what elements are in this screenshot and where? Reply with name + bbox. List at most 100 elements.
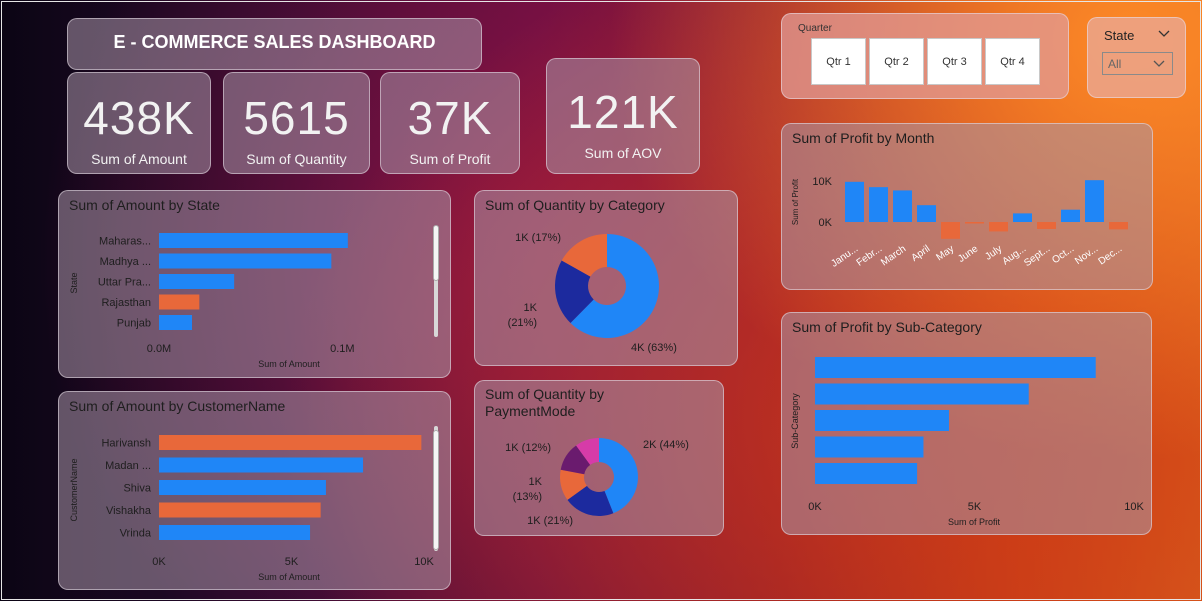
bar: [159, 480, 326, 495]
quarter-slicer: Quarter Qtr 1 Qtr 2 Qtr 3 Qtr 4: [781, 13, 1069, 99]
data-label: (21%): [508, 317, 537, 329]
bar: [815, 410, 949, 431]
bar: [1085, 180, 1104, 222]
dashboard-title-card: E - COMMERCE SALES DASHBOARD: [67, 18, 482, 70]
data-label: 1K: [524, 302, 538, 314]
bar: [1061, 209, 1080, 222]
y-axis-label: CustomerName: [69, 458, 79, 521]
quantity-by-paymentmode-card: Sum of Quantity by PaymentMode 2K (44%) 1…: [474, 380, 724, 536]
amount-by-state-chart: State Sum of Amount Maharas... Madhya ...…: [69, 233, 355, 369]
bar: [965, 222, 984, 224]
bar: [159, 457, 364, 473]
profit-by-subcategory-chart: Sub-Category Sum of Profit 0K 5K 10K: [790, 357, 1144, 527]
tick-label: 0K: [819, 217, 833, 229]
bar: [159, 502, 321, 518]
bar: [159, 233, 348, 248]
quarter-option-qtr1[interactable]: Qtr 1: [811, 38, 866, 85]
kpi-label: Sum of Profit: [409, 151, 491, 167]
kpi-label: Sum of Amount: [91, 151, 187, 167]
category-label: Nov...: [1073, 243, 1100, 267]
dashboard-title: E - COMMERCE SALES DASHBOARD: [113, 32, 436, 52]
kpi-card-amount[interactable]: 438K Sum of Amount: [67, 72, 211, 174]
quarter-option-qtr4[interactable]: Qtr 4: [985, 38, 1040, 85]
y-axis-label: Sub-Category: [790, 393, 800, 449]
profit-by-subcategory-card: Sum of Profit by Sub-Category Sub-Catego…: [781, 312, 1152, 535]
data-label: 4K (63%): [631, 342, 677, 354]
data-label: 1K (21%): [527, 515, 573, 527]
bar: [159, 294, 200, 310]
category-label: Madhya ...: [100, 256, 151, 268]
data-label: 1K: [529, 476, 543, 488]
category-label: Vishakha: [106, 505, 152, 517]
category-label: Madan ...: [105, 460, 151, 472]
bar: [893, 190, 912, 222]
quantity-by-category-card: Sum of Quantity by Category 4K (63%) 1K (2…: [474, 190, 738, 366]
bar: [159, 274, 235, 289]
scrollbar-thumb[interactable]: [433, 225, 439, 281]
bar: [159, 525, 311, 540]
tick-label: 10K: [414, 556, 434, 568]
kpi-card-aov[interactable]: 121K Sum of AOV: [546, 58, 700, 174]
category-label: Harivansh: [101, 438, 151, 450]
bar: [159, 253, 332, 269]
profit-by-month-chart: Sum of Profit Janu...Febr...March April Ma…: [791, 176, 1128, 270]
category-label: Vrinda: [120, 528, 152, 540]
bar: [159, 435, 422, 450]
kpi-label: Sum of Quantity: [246, 151, 347, 167]
kpi-value: 121K: [567, 86, 679, 138]
tick-label: 0K: [808, 501, 822, 513]
amount-by-state-card: Sum of Amount by State State Sum of Amou…: [58, 190, 451, 378]
kpi-label: Sum of AOV: [584, 145, 662, 161]
category-label: March: [879, 243, 908, 268]
state-dropdown-value: All: [1108, 57, 1122, 71]
quarter-option-qtr2[interactable]: Qtr 2: [869, 38, 924, 85]
category-label: June: [956, 243, 980, 265]
quarter-slicer-title: Quarter: [798, 23, 832, 34]
category-label: Dec...: [1097, 243, 1125, 267]
category-label: April: [910, 243, 933, 263]
tick-label: 5K: [968, 501, 982, 513]
y-axis-label: Sum of Profit: [791, 178, 800, 225]
bar: [869, 187, 888, 222]
bar: [815, 463, 918, 484]
category-label: Maharas...: [99, 236, 151, 248]
category-label: Oct...: [1050, 243, 1076, 266]
quantity-by-paymentmode-chart: 2K (44%) 1K (21%) 1K (13%) 1K (12%): [505, 438, 689, 527]
category-label: Uttar Pra...: [98, 277, 151, 289]
kpi-card-profit[interactable]: 37K Sum of Profit: [380, 72, 520, 174]
quantity-by-category-chart: 4K (63%) 1K (21%) 1K (17%): [508, 232, 677, 354]
category-label: Febr...: [855, 243, 885, 268]
tick-label: 0.0M: [147, 343, 171, 355]
bar: [1109, 222, 1128, 230]
data-label: (13%): [513, 491, 542, 503]
bar: [989, 222, 1008, 232]
kpi-value: 37K: [407, 92, 493, 144]
category-label: Shiva: [123, 483, 151, 495]
quarter-option-qtr3[interactable]: Qtr 3: [927, 38, 982, 85]
category-label: Janu...: [829, 243, 860, 269]
category-label: Sept...: [1022, 243, 1052, 269]
tick-label: 10K: [1124, 501, 1144, 513]
tick-label: 0K: [152, 556, 166, 568]
state-slicer: State All: [1087, 17, 1186, 98]
kpi-value: 5615: [243, 92, 350, 144]
tick-label: 0.1M: [330, 343, 354, 355]
scrollbar-thumb[interactable]: [433, 430, 439, 550]
profit-by-month-card: Sum of Profit by Month Sum of Profit Jan…: [781, 123, 1153, 290]
amount-by-customer-chart: CustomerName Sum of Amount Harivansh Mada…: [69, 435, 434, 582]
collapse-chevron-icon[interactable]: [1158, 30, 1170, 38]
tick-label: 5K: [285, 556, 299, 568]
x-axis-label: Sum of Amount: [258, 359, 320, 369]
amount-by-customer-card: Sum of Amount by CustomerName CustomerNa…: [58, 391, 451, 590]
data-label: 1K (17%): [515, 232, 561, 244]
bar: [159, 315, 192, 330]
state-dropdown[interactable]: All: [1102, 52, 1173, 75]
chevron-down-icon: [1153, 60, 1165, 67]
bar: [815, 357, 1096, 378]
bar: [815, 436, 924, 458]
kpi-card-quantity[interactable]: 5615 Sum of Quantity: [223, 72, 370, 174]
kpi-value: 438K: [83, 92, 195, 144]
state-slicer-title: State: [1104, 28, 1135, 43]
bar: [1013, 213, 1032, 222]
data-label: 2K (44%): [643, 439, 689, 451]
